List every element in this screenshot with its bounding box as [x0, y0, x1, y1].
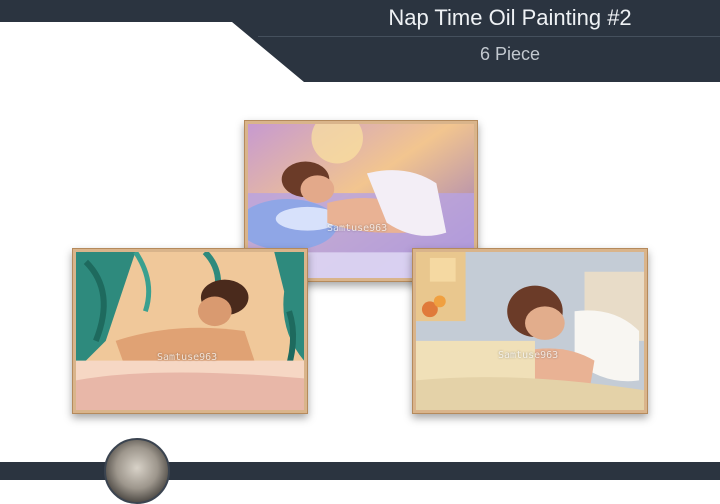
- page-title: Nap Time Oil Painting #2: [388, 5, 632, 30]
- painting-left[interactable]: [72, 248, 308, 414]
- painting-left-image: [76, 252, 304, 410]
- watermark-right: Samtuse963: [498, 350, 559, 361]
- painting-right[interactable]: [412, 248, 648, 414]
- avatar[interactable]: [104, 438, 170, 504]
- piece-count: 6 Piece: [479, 44, 541, 64]
- header-divider: [258, 36, 720, 37]
- painting-right-image: [416, 252, 644, 410]
- watermark-left: Samtuse963: [157, 352, 218, 363]
- watermark-top: Samtuse963: [327, 223, 388, 234]
